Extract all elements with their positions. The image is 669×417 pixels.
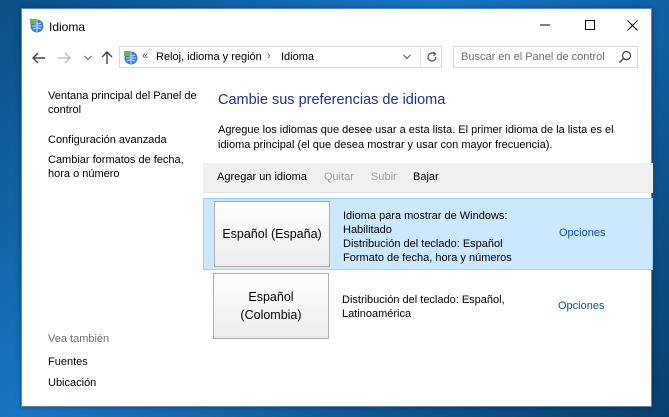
- maximize-button[interactable]: [567, 9, 612, 41]
- language-row-spanish-spain[interactable]: Español (España) Idioma para mostrar de …: [203, 198, 653, 270]
- control-panel-icon: [29, 18, 45, 34]
- language-row-spanish-colombia[interactable]: Español (Colombia) Distribución del tecl…: [203, 271, 653, 343]
- language-name: Español (España): [222, 227, 322, 241]
- navigation-bar: « Reloj, idioma y región › Idioma Buscar…: [22, 45, 651, 71]
- search-input[interactable]: Buscar en el Panel de control: [461, 51, 605, 63]
- language-tile[interactable]: Español (Colombia): [213, 273, 329, 339]
- minimize-button[interactable]: [522, 9, 567, 41]
- address-dropdown-icon[interactable]: [399, 49, 415, 65]
- refresh-icon[interactable]: [420, 47, 442, 67]
- recent-locations-chevron-icon[interactable]: [80, 50, 96, 66]
- language-name: Español: [248, 290, 294, 304]
- language-tile[interactable]: Español (España): [214, 201, 330, 267]
- back-arrow-icon[interactable]: [31, 50, 47, 66]
- add-language-button[interactable]: Agregar un idioma: [217, 171, 307, 183]
- search-icon[interactable]: [618, 50, 632, 64]
- search-box[interactable]: Buscar en el Panel de control: [453, 46, 638, 68]
- up-arrow-icon[interactable]: [99, 50, 115, 66]
- breadcrumb-overflow-chevron[interactable]: «: [142, 50, 148, 62]
- forward-arrow-icon[interactable]: [56, 50, 72, 66]
- language-detail: Distribución del teclado: Español: [343, 238, 503, 250]
- page-title: Cambie sus preferencias de idioma: [218, 92, 446, 108]
- language-detail: Distribución del teclado: Español, Latin…: [342, 294, 505, 320]
- link-advanced-settings[interactable]: Configuración avanzada: [48, 133, 198, 147]
- page-description: Agregue los idiomas que desee usar a est…: [218, 124, 614, 151]
- see-also-title: Vea también: [48, 333, 110, 345]
- language-name-region: (Colombia): [240, 308, 302, 322]
- language-toolbar: Agregar un idioma Quitar Subir Bajar: [203, 163, 653, 193]
- language-detail: Formato de fecha, hora y números: [343, 252, 512, 264]
- title-bar[interactable]: Idioma: [22, 9, 651, 41]
- breadcrumb-language[interactable]: Idioma: [281, 51, 314, 63]
- language-detail: Idioma para mostrar de Windows: Habilita…: [343, 210, 508, 236]
- breadcrumb-separator[interactable]: ›: [267, 50, 271, 62]
- move-up-button[interactable]: Subir: [371, 171, 397, 183]
- link-location[interactable]: Ubicación: [48, 376, 198, 390]
- window-title: Idioma: [49, 20, 86, 34]
- options-link[interactable]: Opciones: [559, 227, 605, 239]
- link-change-formats[interactable]: Cambiar formatos de fecha, hora o número: [48, 153, 198, 181]
- language-details: Distribución del teclado: Español, Latin…: [342, 293, 532, 321]
- language-details: Idioma para mostrar de Windows: Habilita…: [343, 209, 533, 265]
- link-fonts[interactable]: Fuentes: [48, 355, 198, 369]
- breadcrumb-clock-language-region[interactable]: Reloj, idioma y región: [156, 51, 262, 63]
- close-button[interactable]: [610, 9, 655, 41]
- options-link[interactable]: Opciones: [558, 300, 604, 312]
- move-down-button[interactable]: Bajar: [413, 171, 439, 183]
- control-panel-icon: [123, 50, 139, 66]
- address-bar[interactable]: « Reloj, idioma y región › Idioma: [119, 46, 442, 68]
- language-window: Idioma « Reloj, idioma y región › Idioma…: [21, 8, 653, 407]
- remove-button[interactable]: Quitar: [324, 171, 354, 183]
- link-control-panel-home[interactable]: Ventana principal del Panel de control: [48, 89, 198, 117]
